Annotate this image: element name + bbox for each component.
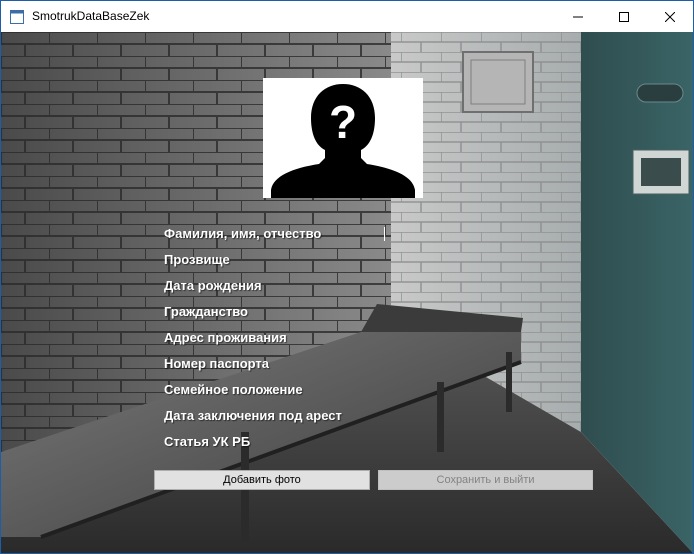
client-area: ? Фамилия, имя, отчество Прозвище Дата р… bbox=[1, 32, 693, 553]
minimize-icon bbox=[573, 16, 583, 17]
close-icon bbox=[665, 11, 675, 22]
maximize-icon bbox=[619, 11, 629, 22]
window-title: SmotrukDataBaseZek bbox=[32, 9, 150, 23]
title-bar[interactable]: SmotrukDataBaseZek bbox=[1, 1, 693, 32]
label-nickname: Прозвище bbox=[164, 252, 230, 267]
label-passport-number: Номер паспорта bbox=[164, 356, 270, 371]
add-photo-button[interactable]: Добавить фото bbox=[154, 470, 370, 490]
label-address: Адрес проживания bbox=[164, 330, 287, 345]
label-full-name: Фамилия, имя, отчество bbox=[164, 226, 322, 241]
unknown-person-silhouette-icon: ? bbox=[263, 78, 423, 198]
label-marital-status: Семейное положение bbox=[164, 382, 303, 397]
label-birth-date: Дата рождения bbox=[164, 278, 262, 293]
app-icon bbox=[10, 10, 24, 24]
maximize-button[interactable] bbox=[601, 1, 647, 32]
label-criminal-article: Статья УК РБ bbox=[164, 434, 251, 449]
label-citizenship: Гражданство bbox=[164, 304, 248, 319]
save-and-exit-button[interactable]: Сохранить и выйти bbox=[378, 470, 593, 490]
photo-frame: ? bbox=[263, 78, 423, 198]
minimize-button[interactable] bbox=[555, 1, 601, 32]
text-caret bbox=[384, 227, 385, 241]
svg-text:?: ? bbox=[329, 96, 357, 148]
app-window: SmotrukDataBaseZek ? Фамилия, имя, отчес… bbox=[0, 0, 694, 554]
close-button[interactable] bbox=[647, 1, 693, 32]
label-arrest-date: Дата заключения под арест bbox=[164, 408, 342, 423]
